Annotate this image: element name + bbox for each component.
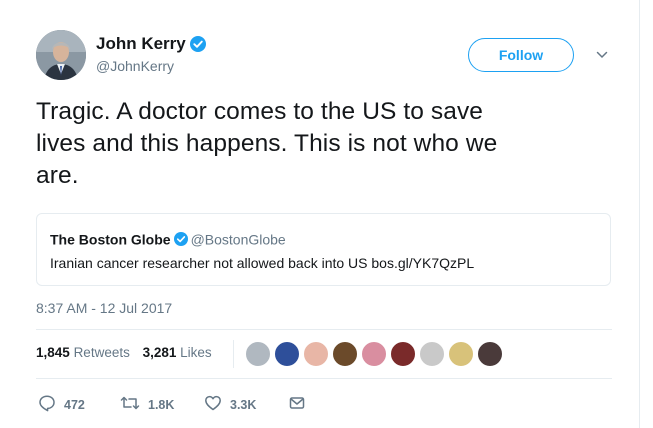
liker-avatar[interactable] <box>448 341 474 367</box>
follow-button[interactable]: Follow <box>468 38 574 72</box>
quoted-display-name: The Boston Globe <box>50 231 171 248</box>
divider <box>233 340 234 368</box>
tweet-text-line: Tragic. A doctor comes to the US to save <box>36 98 484 125</box>
tweet-text: Tragic. A doctor comes to the US to save… <box>36 96 606 192</box>
verified-badge-icon <box>173 232 188 247</box>
divider <box>36 378 612 379</box>
tweet-stats: 1,845 Retweets 3,281 Likes <box>36 345 221 360</box>
quoted-tweet[interactable]: The Boston Globe @BostonGlobe Iranian can… <box>36 213 611 286</box>
envelope-icon <box>288 394 314 415</box>
tweet-card: John Kerry @JohnKerry Follow Tragic. A d… <box>0 0 640 428</box>
author-names: John Kerry @JohnKerry <box>96 34 206 74</box>
retweets-label[interactable]: Retweets <box>74 345 130 360</box>
quoted-tweet-text: Iranian cancer researcher not allowed ba… <box>50 255 475 271</box>
author-avatar[interactable] <box>36 30 86 80</box>
liker-avatar[interactable] <box>419 341 445 367</box>
retweet-icon <box>120 394 148 415</box>
direct-message-button[interactable] <box>288 394 314 415</box>
retweet-count: 1.8K <box>148 397 175 412</box>
retweets-count[interactable]: 1,845 <box>36 345 70 360</box>
tweet-text-line: are. <box>36 162 79 189</box>
tweet-header: John Kerry @JohnKerry Follow <box>36 30 626 82</box>
author-handle[interactable]: @JohnKerry <box>96 58 206 74</box>
divider <box>36 329 612 330</box>
tweet-text-line: lives and this happens. This is not who … <box>36 130 498 157</box>
tweet-timestamp[interactable]: 8:37 AM - 12 Jul 2017 <box>36 300 172 316</box>
likes-label[interactable]: Likes <box>180 345 212 360</box>
like-count: 3.3K <box>230 397 257 412</box>
liker-avatar[interactable] <box>332 341 358 367</box>
retweet-button[interactable]: 1.8K <box>120 394 174 415</box>
liker-avatar[interactable] <box>390 341 416 367</box>
heart-icon <box>204 394 230 415</box>
liker-avatar[interactable] <box>303 341 329 367</box>
likes-count[interactable]: 3,281 <box>143 345 177 360</box>
liker-avatar[interactable] <box>477 341 503 367</box>
quoted-tweet-header: The Boston Globe @BostonGlobe <box>50 230 286 247</box>
quoted-handle: @BostonGlobe <box>190 231 286 248</box>
liker-avatar[interactable] <box>361 341 387 367</box>
verified-badge-icon <box>189 36 206 52</box>
reply-count: 472 <box>64 397 85 412</box>
like-button[interactable]: 3.3K <box>204 394 256 415</box>
reply-button[interactable]: 472 <box>38 394 85 415</box>
author-display-name[interactable]: John Kerry <box>96 34 186 54</box>
chevron-down-icon[interactable] <box>596 48 608 60</box>
liker-avatar[interactable] <box>274 341 300 367</box>
reply-icon <box>38 394 64 415</box>
liker-avatar[interactable] <box>245 341 271 367</box>
